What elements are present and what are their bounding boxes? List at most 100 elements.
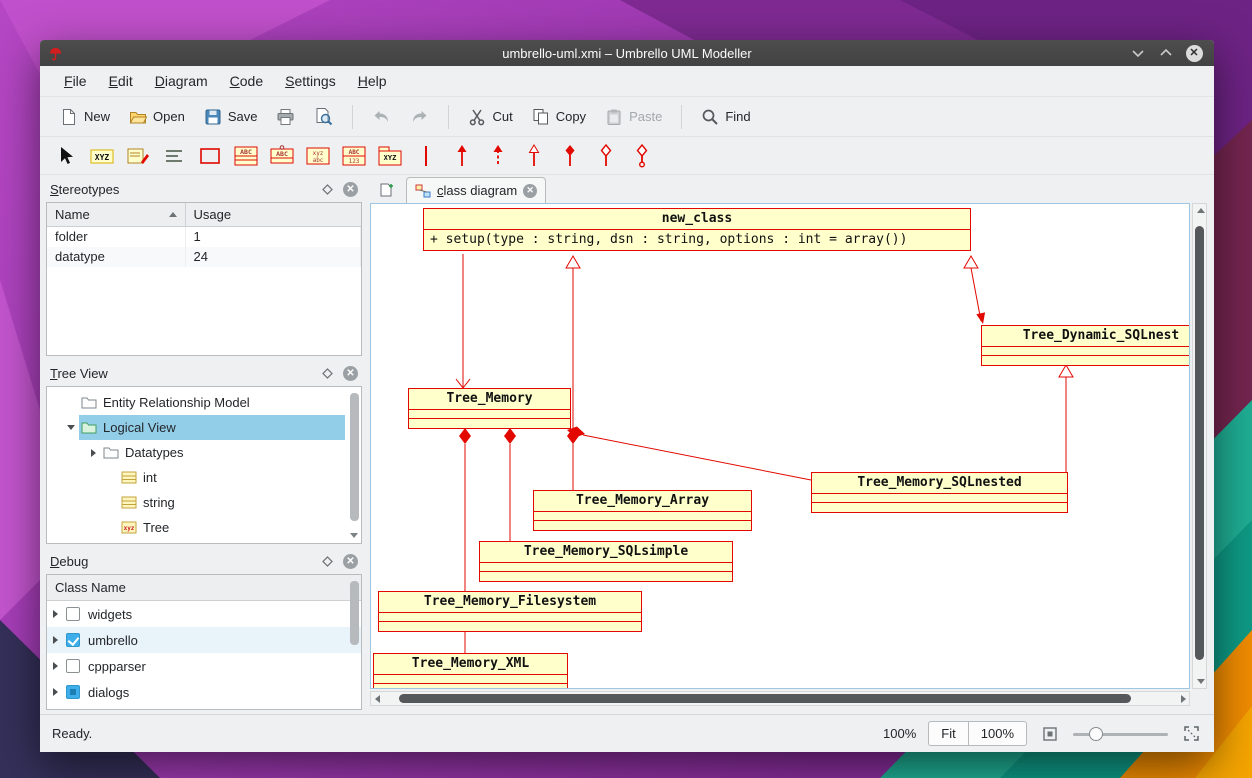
checkbox-partial[interactable] bbox=[66, 685, 80, 699]
menu-edit[interactable]: Edit bbox=[99, 69, 143, 93]
float-dock-icon[interactable] bbox=[319, 182, 335, 198]
close-tab-icon[interactable]: ✕ bbox=[523, 184, 537, 198]
chevron-right-icon[interactable] bbox=[91, 449, 96, 457]
save-button[interactable]: Save bbox=[198, 104, 264, 130]
float-dock-icon[interactable] bbox=[319, 554, 335, 570]
tool-containment[interactable] bbox=[629, 143, 655, 169]
tree-view-dock-header[interactable]: Tree View ✕ bbox=[46, 361, 362, 386]
tool-note[interactable] bbox=[125, 143, 151, 169]
scroll-left-arrow[interactable] bbox=[371, 695, 383, 703]
chevron-right-icon[interactable] bbox=[53, 636, 58, 644]
tool-lines[interactable] bbox=[161, 143, 187, 169]
scrollbar-thumb[interactable] bbox=[399, 694, 1131, 703]
menu-file[interactable]: File bbox=[54, 69, 97, 93]
tree-item-int[interactable]: int bbox=[47, 465, 361, 490]
copy-button[interactable]: Copy bbox=[526, 104, 592, 130]
tool-text[interactable]: XYZ bbox=[89, 143, 115, 169]
scrollbar-thumb[interactable] bbox=[1195, 226, 1204, 660]
tree-item-entity-relationship-model[interactable]: Entity Relationship Model bbox=[47, 390, 361, 415]
tool-enum[interactable]: ABC123 bbox=[341, 143, 367, 169]
scroll-down-arrow-icon[interactable] bbox=[350, 533, 358, 538]
table-row[interactable]: datatype 24 bbox=[47, 247, 361, 267]
fit-button[interactable]: Fit bbox=[928, 721, 967, 746]
maximize-icon[interactable] bbox=[1154, 43, 1178, 63]
tool-generalization[interactable] bbox=[521, 143, 547, 169]
scroll-up-arrow-icon[interactable] bbox=[1197, 208, 1205, 213]
tree-item-string[interactable]: string bbox=[47, 490, 361, 515]
right-arrow-icon[interactable] bbox=[1181, 695, 1186, 703]
checkbox-checked[interactable] bbox=[66, 633, 80, 647]
uml-class-tree-memory-array[interactable]: Tree_Memory_Array bbox=[533, 490, 752, 531]
class-name-column-header[interactable]: Class Name bbox=[47, 575, 361, 601]
scroll-down-arrow-icon[interactable] bbox=[1197, 679, 1205, 684]
open-button[interactable]: Open bbox=[123, 104, 191, 130]
print-preview-button[interactable] bbox=[308, 103, 339, 130]
menu-code[interactable]: Code bbox=[220, 69, 273, 93]
zoom-slider[interactable] bbox=[1073, 725, 1168, 743]
find-button[interactable]: Find bbox=[695, 104, 756, 130]
uml-class-tree-dynamic-sqlnest[interactable]: Tree_Dynamic_SQLnest bbox=[981, 325, 1190, 366]
chevron-right-icon[interactable] bbox=[53, 688, 58, 696]
column-header-name[interactable]: Name bbox=[47, 203, 185, 227]
scrollbar-thumb[interactable] bbox=[350, 581, 359, 645]
paste-button[interactable]: Paste bbox=[599, 104, 668, 130]
debug-item-umbrello[interactable]: umbrello bbox=[47, 627, 361, 653]
vertical-scrollbar[interactable] bbox=[1192, 203, 1207, 689]
uml-class-tree-memory-filesystem[interactable]: Tree_Memory_Filesystem bbox=[378, 591, 642, 632]
tool-interface[interactable]: ABC bbox=[269, 143, 295, 169]
uml-class-new_class[interactable]: new_class + setup(type : string, dsn : s… bbox=[423, 208, 971, 251]
menu-diagram[interactable]: Diagram bbox=[145, 69, 218, 93]
redo-button[interactable] bbox=[404, 104, 435, 130]
menu-help[interactable]: Help bbox=[348, 69, 397, 93]
uml-class-tree-memory-xml[interactable]: Tree_Memory_XML bbox=[373, 653, 568, 689]
tool-box[interactable] bbox=[197, 143, 223, 169]
tree-scrollbar[interactable] bbox=[350, 391, 359, 525]
scrollbar-thumb[interactable] bbox=[350, 393, 359, 521]
close-dock-icon[interactable]: ✕ bbox=[343, 182, 358, 197]
tool-package[interactable]: XYZ bbox=[377, 143, 403, 169]
debug-dock-header[interactable]: Debug ✕ bbox=[46, 549, 362, 574]
tab-class-diagram[interactable]: class diagram ✕ bbox=[406, 177, 546, 203]
undo-button[interactable] bbox=[366, 104, 397, 130]
cut-button[interactable]: Cut bbox=[462, 104, 518, 130]
new-button[interactable]: New bbox=[54, 104, 116, 130]
debug-item-widgets[interactable]: widgets bbox=[47, 601, 361, 627]
print-button[interactable] bbox=[270, 104, 301, 130]
debug-item-cppparser[interactable]: cppparser bbox=[47, 653, 361, 679]
debug-scrollbar[interactable] bbox=[350, 579, 359, 669]
fit-page-button[interactable] bbox=[1039, 723, 1061, 745]
tool-dependency[interactable] bbox=[485, 143, 511, 169]
chevron-down-icon[interactable] bbox=[67, 425, 75, 430]
tool-directed-association[interactable] bbox=[449, 143, 475, 169]
uml-class-tree-memory[interactable]: Tree_Memory bbox=[408, 388, 571, 429]
column-header-usage[interactable]: Usage bbox=[185, 203, 361, 227]
stereotypes-dock-header[interactable]: Stereotypes ✕ bbox=[46, 177, 362, 202]
tree-item-tree[interactable]: xyz Tree bbox=[47, 515, 361, 540]
tree-item-datatypes[interactable]: Datatypes bbox=[47, 440, 361, 465]
close-dock-icon[interactable]: ✕ bbox=[343, 366, 358, 381]
tool-aggregation[interactable] bbox=[557, 143, 583, 169]
minimize-icon[interactable] bbox=[1126, 43, 1150, 63]
chevron-right-icon[interactable] bbox=[53, 610, 58, 618]
horizontal-scrollbar[interactable] bbox=[370, 691, 1190, 706]
tool-select[interactable] bbox=[53, 143, 79, 169]
diagram-canvas[interactable]: new_class + setup(type : string, dsn : s… bbox=[370, 203, 1190, 689]
uml-class-tree-memory-sqlnested[interactable]: Tree_Memory_SQLnested bbox=[811, 472, 1068, 513]
checkbox-unchecked[interactable] bbox=[66, 607, 80, 621]
tool-composition[interactable] bbox=[593, 143, 619, 169]
zoom-100-button[interactable]: 100% bbox=[968, 721, 1027, 746]
tool-association[interactable] bbox=[413, 143, 439, 169]
uml-class-tree-memory-sqlsimple[interactable]: Tree_Memory_SQLsimple bbox=[479, 541, 733, 582]
tree-item-logical-view[interactable]: Logical View bbox=[47, 415, 361, 440]
tool-datatype[interactable]: xyzabc bbox=[305, 143, 331, 169]
table-row[interactable]: folder 1 bbox=[47, 227, 361, 247]
debug-item-dialogs[interactable]: dialogs bbox=[47, 679, 361, 705]
chevron-right-icon[interactable] bbox=[53, 662, 58, 670]
close-icon[interactable]: ✕ bbox=[1182, 43, 1206, 63]
slider-track[interactable] bbox=[1073, 733, 1168, 736]
tool-class[interactable]: ABC bbox=[233, 143, 259, 169]
close-dock-icon[interactable]: ✕ bbox=[343, 554, 358, 569]
slider-handle[interactable] bbox=[1089, 727, 1103, 741]
float-dock-icon[interactable] bbox=[319, 366, 335, 382]
menu-settings[interactable]: Settings bbox=[275, 69, 346, 93]
